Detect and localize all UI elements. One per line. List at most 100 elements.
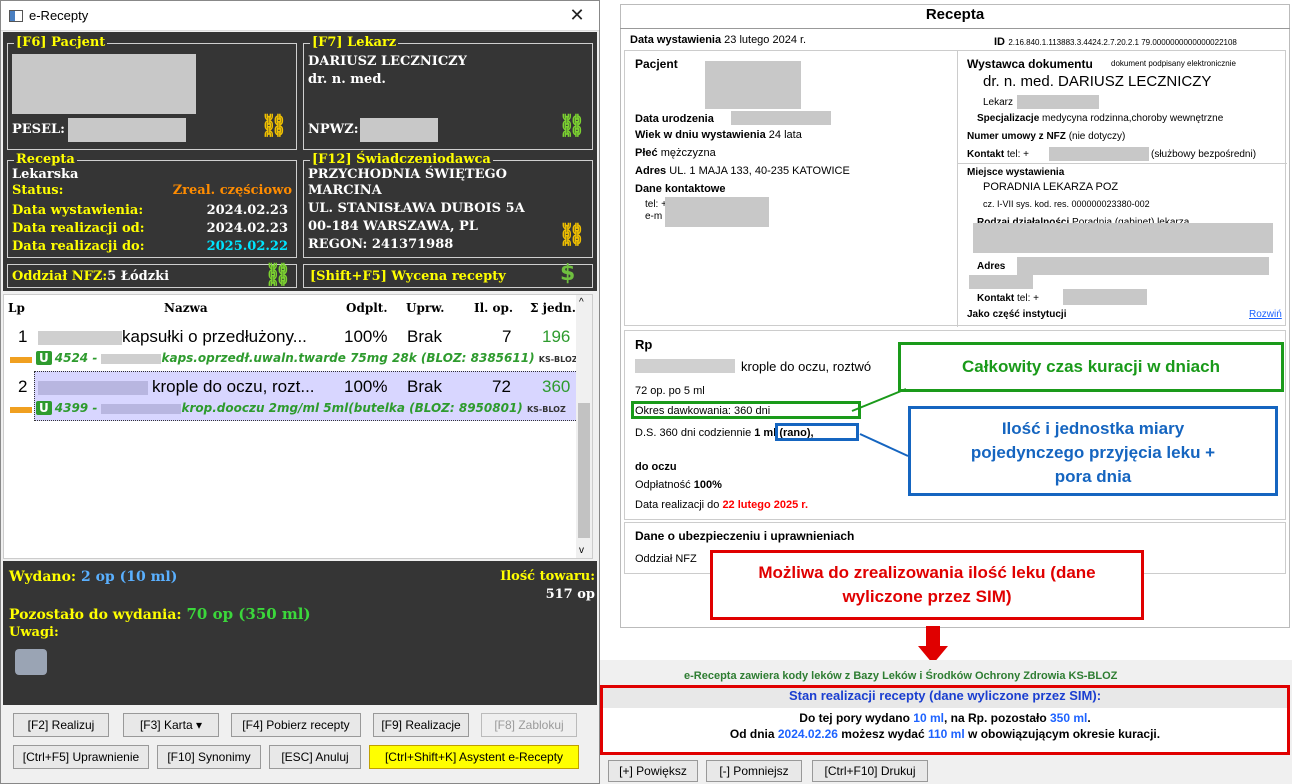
- realize-to-value: 2025.02.22: [206, 239, 288, 254]
- zoom-out-button[interactable]: [-] Pomniejsz: [706, 760, 802, 782]
- drug-name-redacted: [38, 381, 148, 395]
- col-odplt: Odplt.: [346, 301, 388, 315]
- doc-address: Adres UL. 1 MAJA 133, 40-235 KATOWICE: [635, 165, 850, 177]
- issued-label: Data wystawienia:: [12, 203, 144, 218]
- doc-contract: Numer umowy z NFZ (nie dotyczy): [967, 131, 1126, 142]
- row-refund: 100%: [344, 377, 388, 396]
- doc-lekarz-redacted: [1017, 95, 1099, 109]
- entitlement-button[interactable]: [Ctrl+F5] Uprawnienie: [13, 745, 149, 769]
- row-marker: [10, 407, 32, 413]
- realize-to-label: Data realizacji do:: [12, 239, 145, 254]
- notes-label: Uwagi:: [9, 625, 59, 640]
- drug-table: Lp Nazwa Odplt. Uprw. Il. op. Σ jedn. 1 …: [3, 294, 593, 559]
- fetch-button[interactable]: [F4] Pobierz recepty: [231, 713, 361, 737]
- doc-issuer-name: dr. n. med. DARIUSZ LECZNICZY: [983, 73, 1212, 90]
- doc-lekarz: Lekarz: [983, 97, 1014, 108]
- window-titlebar: e-Recepty ✕: [1, 1, 599, 31]
- patient-box[interactable]: [F6] Pacjent PESEL: ⛓: [7, 35, 297, 150]
- npwz-redacted: [360, 118, 438, 142]
- pricing-box[interactable]: [Shift+F5] Wycena recepty $: [303, 261, 593, 288]
- summary-panel: Wydano: 2 op (10 ml) Ilość towaru: 517 o…: [3, 561, 597, 705]
- app-icon: [9, 9, 23, 22]
- state-title-bar: Stan realizacji recepty (dane wyliczone …: [603, 688, 1287, 708]
- table-row[interactable]: 1 kapsułki o przedłużony... 100% Brak 7 …: [4, 321, 578, 371]
- doc-contact-email: e-m: [645, 211, 663, 222]
- money-bag-icon[interactable]: $: [560, 261, 575, 286]
- doc-institution: Jako część instytucji: [967, 309, 1067, 320]
- row-sub: U 4399 - krop.dooczu 2mg/ml 5ml(butelka (…: [36, 401, 566, 415]
- state-line2: Od dnia 2024.02.26 możesz wydać 110 ml w…: [729, 727, 1161, 741]
- row-units: 196: [542, 327, 571, 346]
- patient-section: Pacjent Data urodzenia Wiek w dniu wysta…: [624, 50, 1287, 327]
- close-icon[interactable]: ✕: [555, 5, 599, 26]
- dose-highlight: [775, 423, 859, 441]
- doc-place-code: cz. I-VII sys. kod. res. 000000023380-00…: [983, 199, 1150, 209]
- issued-summary-value: 2 op (10 ml): [80, 569, 178, 585]
- doc-contact-redacted: [665, 197, 769, 227]
- card-button[interactable]: [F3] Karta ▾: [123, 713, 219, 737]
- remaining-summary-value: 70 op (350 ml): [186, 605, 311, 623]
- cancel-button[interactable]: [ESC] Anuluj: [269, 745, 361, 769]
- ksbloz-note: e-Recepta zawiera kody leków z Bazy Lekó…: [684, 670, 1118, 682]
- speech-bubble-icon[interactable]: [15, 649, 47, 675]
- scroll-thumb[interactable]: [578, 403, 590, 538]
- col-ilop: Il. op.: [474, 301, 514, 315]
- doc-addr2-redacted: [1017, 257, 1269, 275]
- assistant-button[interactable]: [Ctrl+Shift+K] Asystent e-Recepty: [369, 745, 579, 769]
- rp-packs: 72 op. po 5 ml: [635, 385, 705, 397]
- patient-name-redacted: [12, 54, 196, 114]
- col-uprw: Uprw.: [406, 301, 445, 315]
- zoom-in-button[interactable]: [+] Powiększ: [608, 760, 698, 782]
- print-button[interactable]: [Ctrl+F10] Drukuj: [812, 760, 928, 782]
- doc-issued: Data wystawienia 23 lutego 2024 r.: [630, 34, 807, 46]
- table-row[interactable]: 2 krople do oczu, rozt... 100% Brak 72 3…: [4, 371, 578, 421]
- col-lp: Lp: [8, 301, 25, 315]
- callout-blue: Ilość i jednostka miary pojedynczego prz…: [908, 406, 1278, 496]
- doc-tel-note: (służbowy bezpośredni): [1151, 149, 1257, 160]
- doc-place-name: PORADNIA LEKARZA POZ: [983, 181, 1119, 193]
- e-recepty-window: e-Recepty ✕ [F6] Pacjent PESEL: ⛓ [F7] L…: [0, 0, 600, 784]
- provider-box[interactable]: [F12] Świadczeniodawca PRZYCHODNIA ŚWIĘT…: [303, 152, 593, 258]
- doc-contact2-redacted: [1063, 289, 1147, 305]
- state-box: Stan realizacji recepty (dane wyliczone …: [600, 685, 1290, 755]
- realizations-button[interactable]: [F9] Realizacje: [373, 713, 469, 737]
- prescription-document: Recepta Data wystawienia 23 lutego 2024 …: [600, 0, 1292, 784]
- issued-value: 2024.02.23: [206, 203, 288, 218]
- row-name: krople do oczu, rozt...: [152, 377, 315, 396]
- pricing-label: [Shift+F5] Wycena recepty: [310, 269, 506, 284]
- realize-button[interactable]: [F2] Realizuj: [13, 713, 109, 737]
- state-title: Stan realizacji recepty (dane wyliczone …: [788, 688, 1102, 703]
- doctor-box[interactable]: [F7] Lekarz DARIUSZ LECZNICZY dr. n. med…: [303, 35, 593, 150]
- scroll-down-icon[interactable]: v: [579, 545, 584, 556]
- nfz-label: Oddział NFZ:5 Łódzki: [12, 269, 170, 284]
- link-icon[interactable]: ⛓: [558, 114, 586, 139]
- row-marker: [10, 357, 32, 363]
- doc-contact-tel: tel: +: [645, 199, 667, 210]
- row-entitlement: Brak: [407, 327, 442, 346]
- scroll-up-icon[interactable]: ^: [579, 297, 584, 308]
- stock-value: 517 op: [545, 587, 595, 602]
- row-lp: 1: [18, 327, 28, 346]
- nfz-value: 5 Łódzki: [107, 269, 170, 284]
- rp-name-redacted: [635, 359, 735, 373]
- callout-blue-arrow: [859, 433, 909, 457]
- recepta-type: Lekarska: [12, 167, 79, 182]
- status-value: Zreal. częściowo: [172, 183, 292, 198]
- expand-link[interactable]: Rozwiń: [1249, 309, 1282, 320]
- synonyms-button[interactable]: [F10] Synonimy: [157, 745, 261, 769]
- doc-title-rule: [620, 28, 1290, 29]
- row-qty: 72: [492, 377, 511, 396]
- doc-contact2: Kontakt tel: +: [977, 293, 1039, 304]
- provider-line2: MARCINA: [308, 183, 382, 198]
- link-icon[interactable]: ⛓: [264, 263, 292, 288]
- table-scrollbar[interactable]: ^ v: [576, 295, 592, 558]
- provider-line1: PRZYCHODNIA ŚWIĘTEGO: [308, 167, 507, 182]
- doc-tel-redacted: [1049, 147, 1149, 161]
- nfz-box[interactable]: Oddział NFZ:5 Łódzki ⛓: [7, 263, 297, 288]
- remaining-summary: Pozostało do wydania: 70 op (350 ml): [9, 605, 311, 623]
- broken-link-icon[interactable]: ⛓: [260, 114, 288, 139]
- block-button[interactable]: [F8] Zablokuj: [481, 713, 577, 737]
- rp-refund: Odpłatność 100%: [635, 479, 722, 491]
- broken-link-icon[interactable]: ⛓: [558, 223, 586, 248]
- provider-line4: 00-184 WARSZAWA, PL: [308, 219, 478, 234]
